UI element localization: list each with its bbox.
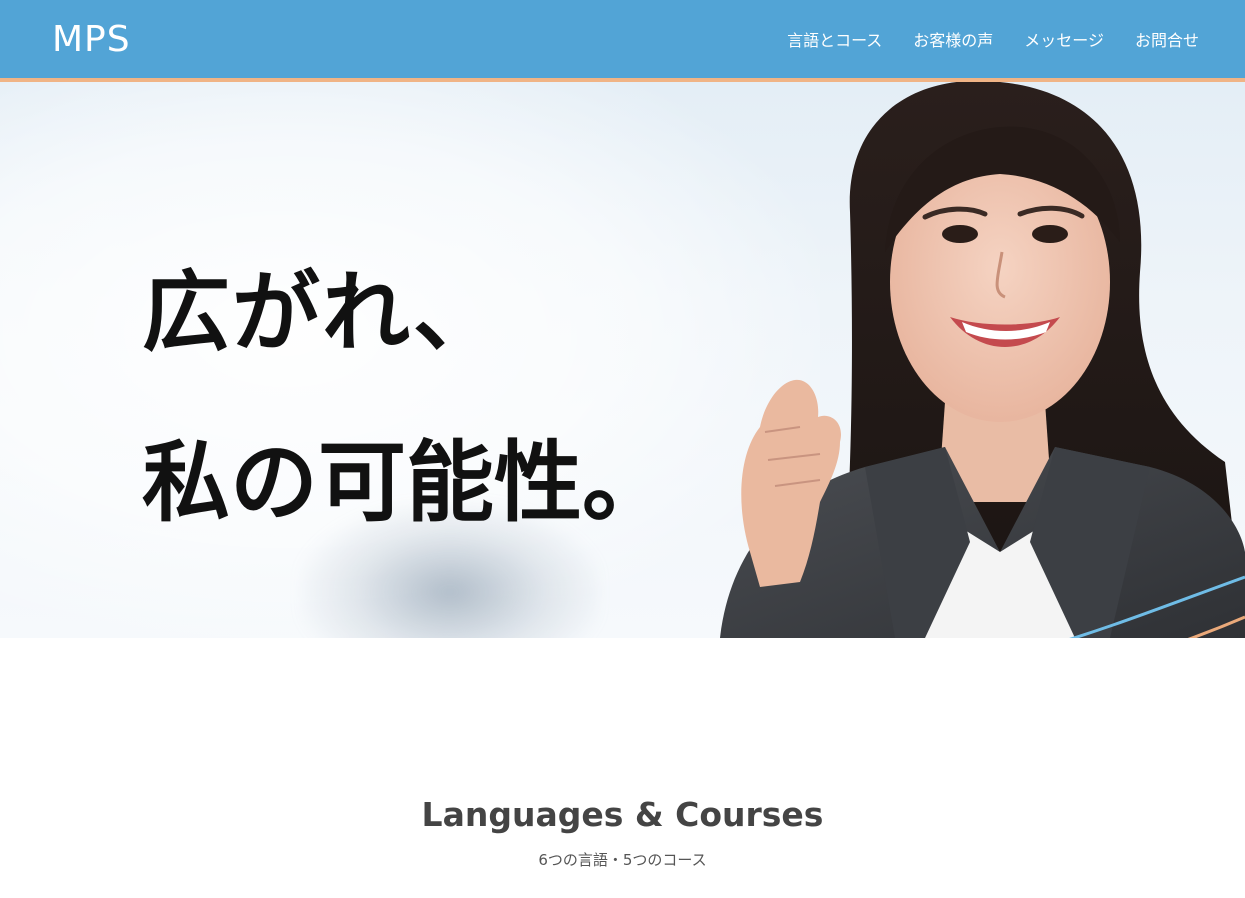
main-nav: 言語とコース お客様の声 メッセージ お問合せ [787, 28, 1199, 54]
nav-item-testimonials[interactable]: お客様の声 [913, 28, 993, 54]
hero-wave-lines [1069, 575, 1245, 638]
hero-woman-photo [720, 82, 1245, 638]
section-title: Languages & Courses [421, 795, 824, 834]
hero-banner: 広がれ、 私の可能性。 [0, 82, 1245, 638]
hero-headline: 広がれ、 私の可能性。 [142, 262, 670, 532]
section-subtitle: 6つの言語・5つのコース [538, 851, 707, 869]
site-logo[interactable]: MPS [52, 18, 131, 62]
hero-headline-line-2: 私の可能性。 [142, 430, 671, 534]
nav-item-message[interactable]: メッセージ [1024, 28, 1104, 54]
wave-blue-line [1069, 575, 1245, 638]
site-header: MPS 言語とコース お客様の声 メッセージ お問合せ [0, 0, 1245, 78]
nav-item-contact[interactable]: お問合せ [1135, 28, 1199, 54]
wave-orange-line [1187, 615, 1245, 638]
hero-headline-line-1: 広がれ、 [142, 260, 503, 364]
nav-item-languages-courses[interactable]: 言語とコース [787, 28, 882, 54]
